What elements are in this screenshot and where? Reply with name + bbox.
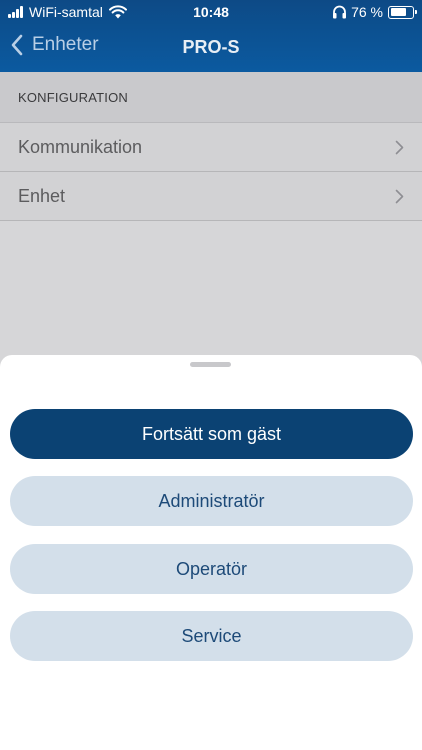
sheet-grabber-handle[interactable] bbox=[190, 362, 231, 367]
chevron-right-icon bbox=[395, 189, 404, 204]
headphones-icon bbox=[333, 5, 347, 19]
administrator-button[interactable]: Administratör bbox=[10, 476, 413, 526]
app-header: WiFi-samtal 10:48 76 % Enheter PRO-S bbox=[0, 0, 422, 72]
status-bar: WiFi-samtal 10:48 76 % bbox=[0, 0, 422, 24]
section-header: KONFIGURATION bbox=[0, 72, 422, 123]
status-right: 76 % bbox=[332, 4, 417, 20]
battery-icon bbox=[388, 5, 417, 19]
battery-percent: 76 % bbox=[351, 4, 383, 20]
operator-button[interactable]: Operatör bbox=[10, 544, 413, 594]
login-bottom-sheet: Fortsätt som gäst Administratör Operatör… bbox=[0, 355, 422, 750]
navigation-bar: Enheter PRO-S bbox=[0, 28, 422, 68]
list-item-kommunikation[interactable]: Kommunikation bbox=[0, 123, 422, 172]
list-item-label: Kommunikation bbox=[18, 137, 143, 157]
list-item-enhet[interactable]: Enhet bbox=[0, 172, 422, 221]
battery-fill bbox=[390, 8, 407, 16]
continue-as-guest-button[interactable]: Fortsätt som gäst bbox=[10, 409, 413, 459]
settings-list: Kommunikation Enhet bbox=[0, 123, 422, 221]
page-title: PRO-S bbox=[182, 37, 240, 57]
list-item-label: Enhet bbox=[18, 186, 66, 206]
service-button[interactable]: Service bbox=[10, 611, 413, 661]
chevron-right-icon bbox=[395, 140, 404, 155]
